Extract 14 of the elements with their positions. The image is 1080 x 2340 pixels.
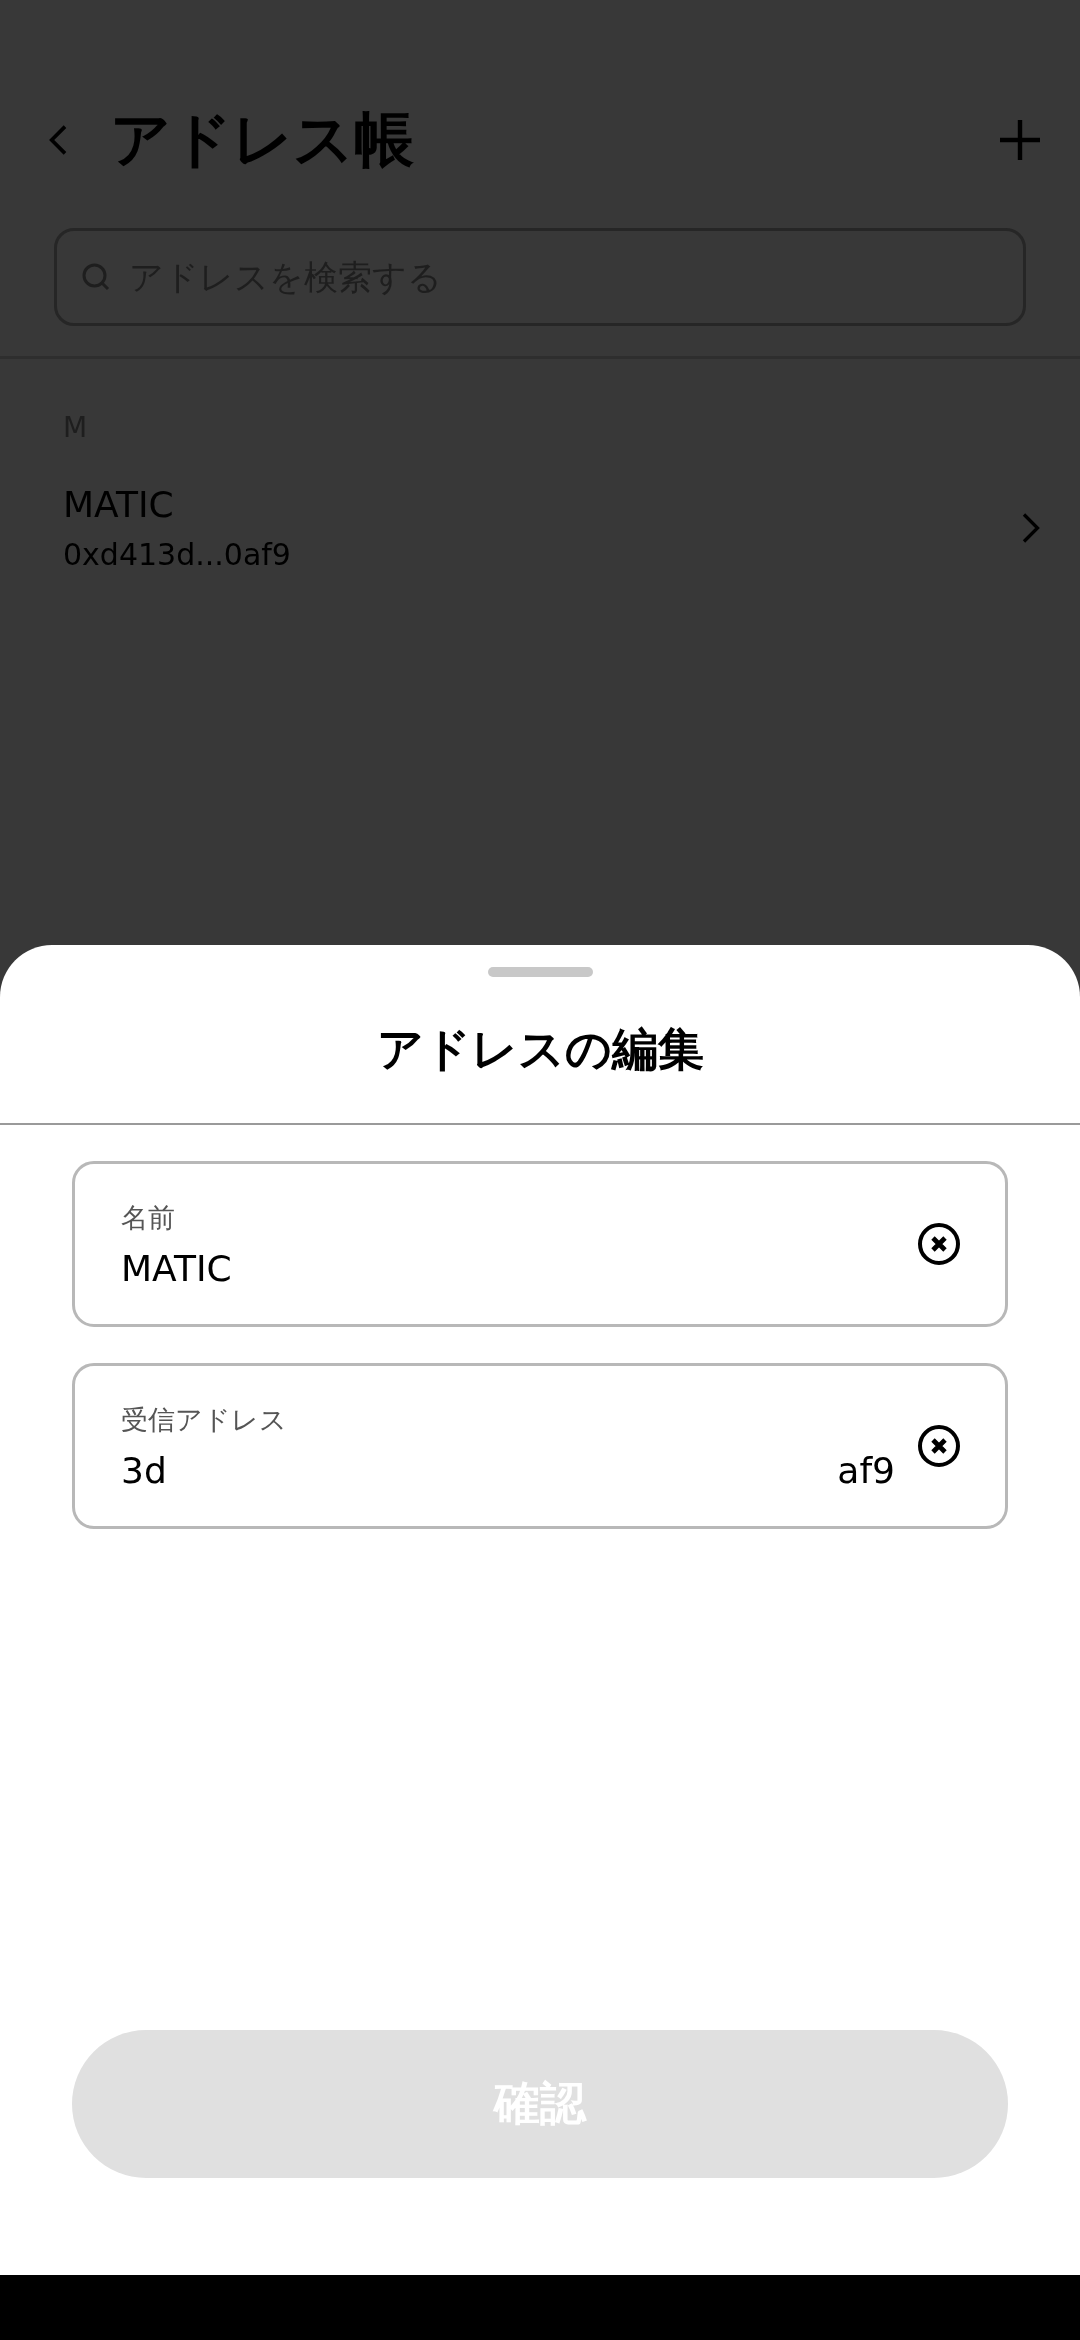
input-field[interactable]: 名前 MATIC [72,1161,1008,1327]
input-field[interactable]: 受信アドレス 3d af9 [72,1363,1008,1529]
field-label: 名前 [121,1200,176,1235]
clear-icon[interactable] [915,1220,963,1268]
entry-address: 0xd413d...0af9 [63,537,292,572]
clear-icon[interactable] [915,1422,963,1470]
sheet-title: アドレスの編集 [375,1021,705,1078]
page-title: アドレス帳 [110,102,415,176]
entry-name: MATIC [63,484,175,525]
field-value: MATIC [121,1247,233,1289]
field-value: af9 [837,1449,895,1491]
field-label: 受信アドレス [121,1402,288,1437]
drag-handle[interactable] [487,967,593,977]
field-value: 3d [121,1449,167,1491]
